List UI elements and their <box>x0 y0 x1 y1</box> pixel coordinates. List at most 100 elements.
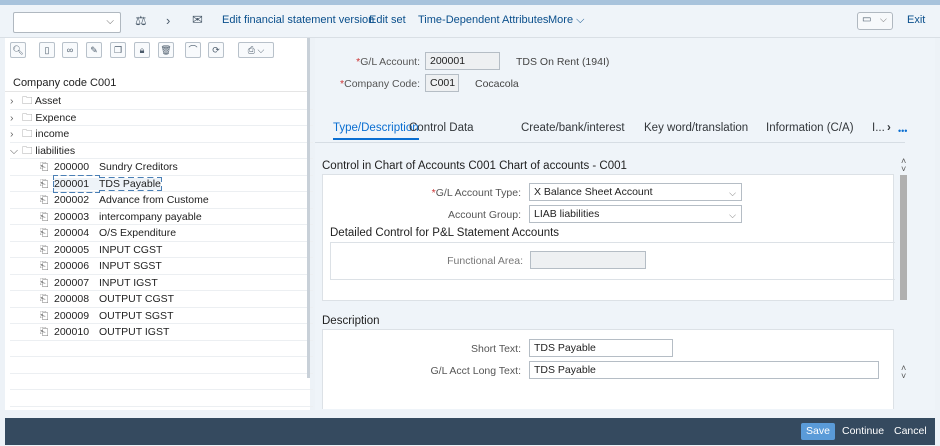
settings-menu-button[interactable]: ▭ ⌵ <box>857 12 893 30</box>
splitter-handle[interactable] <box>307 38 310 378</box>
folder-label: liabilities <box>35 144 76 157</box>
account-leaf-icon: ⎗ <box>40 326 49 338</box>
tree-account-row[interactable]: ⎗ 200003 intercompany payable <box>10 209 313 225</box>
tab-keyword-translation[interactable]: Key word/translation <box>644 122 748 134</box>
account-leaf-icon: ⎗ <box>40 210 49 223</box>
scroll-arrows-icon[interactable]: ˄ ˅ <box>901 364 906 381</box>
chevron-down-icon: ⌵ <box>576 14 585 26</box>
copy-icon[interactable]: ❐ <box>110 42 126 58</box>
company-code-label: *Company Code: <box>340 78 420 90</box>
account-group-select[interactable]: LIAB liabilities ⌵ <box>529 205 742 223</box>
long-text-input[interactable]: TDS Payable <box>529 361 879 379</box>
chevron-right-icon[interactable]: › <box>10 126 22 142</box>
tree-account-row[interactable]: ⎗ 200009 OUTPUT SGST <box>10 308 313 324</box>
scrollbar-thumb[interactable] <box>900 175 907 300</box>
account-number: 200009 <box>54 309 90 322</box>
account-group-label: Account Group: <box>448 209 521 221</box>
search-icon[interactable]: 🔍︎ <box>10 42 26 58</box>
tree-account-row[interactable]: ⎗ 200001 TDS Payable <box>10 176 313 192</box>
account-type-select[interactable]: X Balance Sheet Account ⌵ <box>529 183 742 201</box>
account-leaf-icon: ⎗ <box>40 161 49 173</box>
chevron-down-icon: ⌵ <box>106 16 114 27</box>
refresh-icon[interactable]: ⟳ <box>208 42 224 58</box>
account-leaf-icon: ⎗ <box>40 177 49 190</box>
account-number: 200006 <box>54 260 90 272</box>
account-leaf-icon: ⎗ <box>40 243 49 256</box>
company-code-field[interactable]: C001 <box>425 74 459 92</box>
scroll-arrows-icon[interactable]: ˄ ˅ <box>901 157 906 174</box>
new-document-icon[interactable]: ▯ <box>39 42 55 58</box>
more-tabs-icon[interactable]: ••• <box>898 126 907 136</box>
account-leaf-icon: ⎗ <box>40 309 49 322</box>
functional-area-field[interactable] <box>530 251 646 269</box>
display-glasses-icon[interactable]: ∞ <box>62 42 78 58</box>
chevron-right-icon[interactable]: › <box>10 110 22 126</box>
tree-folder[interactable]: › 🗀︎ Expence <box>10 110 313 126</box>
account-type-value: X Balance Sheet Account <box>534 186 653 198</box>
mail-icon[interactable]: ✉ <box>192 12 203 28</box>
tab-type-description[interactable]: Type/Description <box>333 122 419 140</box>
print-menu-button[interactable]: ⎙ ⌵ <box>238 42 274 58</box>
tree-folder[interactable]: › 🗀︎ income <box>10 126 313 143</box>
hierarchy-icon[interactable]: ⌒ <box>185 42 201 58</box>
edit-set-button[interactable]: Edit set <box>369 14 406 26</box>
tree-account-row[interactable]: ⎗ 200000 Sundry Creditors <box>10 159 313 176</box>
lock-icon[interactable]: 🔒︎ <box>134 42 150 58</box>
gl-account-label: *G/L Account: <box>356 56 420 68</box>
save-button[interactable]: Save <box>801 423 835 440</box>
tree-account-row[interactable]: ⎗ 200007 INPUT IGST <box>10 275 313 291</box>
tree-account-row[interactable]: ⎗ 200005 INPUT CGST <box>10 242 313 258</box>
chevron-down-icon: ⌵ <box>729 188 736 198</box>
display-icon: ▭ <box>862 14 872 25</box>
description-section-title: Description <box>322 315 380 327</box>
gl-account-field[interactable]: 200001 <box>425 52 500 70</box>
chevron-right-icon[interactable]: › <box>166 13 170 28</box>
tree-account-row[interactable]: ⎗ 200006 INPUT SGST <box>10 258 313 275</box>
tree-folder[interactable]: › 🗀︎ Asset <box>10 93 313 110</box>
tab-overflow[interactable]: I... <box>872 122 885 134</box>
tab-create-bank-interest[interactable]: Create/bank/interest <box>521 122 625 134</box>
balance-icon[interactable]: ⚖ <box>135 13 147 29</box>
more-label: More <box>548 14 574 26</box>
gl-account-desc: TDS On Rent (194I) <box>516 56 610 68</box>
account-tree: › 🗀︎ Asset › 🗀︎ Expence › 🗀︎ income ⌵ 🗀︎ liabil… <box>10 93 313 407</box>
functional-area-label: Functional Area: <box>447 255 523 267</box>
continue-button[interactable]: Continue <box>838 423 888 440</box>
chevron-down-icon: ⌵ <box>729 210 736 220</box>
company-code-desc: Cocacola <box>475 78 519 90</box>
folder-icon: 🗀︎ <box>22 95 33 107</box>
folder-icon: 🗀︎ <box>22 111 33 124</box>
edit-pencil-icon[interactable]: ✎ <box>86 42 102 58</box>
tab-bar: Type/Description Control Data Create/ban… <box>315 118 907 143</box>
tab-information-ca[interactable]: Information (C/A) <box>766 122 854 134</box>
chevron-down-icon[interactable]: ⌵ <box>10 143 22 159</box>
command-field[interactable]: ⌵ <box>13 12 121 33</box>
account-leaf-icon: ⎗ <box>40 194 49 206</box>
account-leaf-icon: ⎗ <box>40 276 49 289</box>
tree-account-row[interactable]: ⎗ 200010 OUTPUT IGST <box>10 324 313 341</box>
account-name: Sundry Creditors <box>99 161 178 173</box>
more-button[interactable]: More ⌵ <box>548 14 584 27</box>
tab-control-data[interactable]: Control Data <box>409 122 474 134</box>
account-number: 200005 <box>54 243 90 256</box>
cancel-button[interactable]: Cancel <box>890 423 931 440</box>
delete-icon[interactable]: 🗑︎ <box>158 42 174 58</box>
tree-account-row[interactable]: ⎗ 200002 Advance from Custome <box>10 192 313 209</box>
account-number: 200007 <box>54 276 90 289</box>
account-name: Advance from Custome <box>99 194 209 206</box>
account-group-value: LIAB liabilities <box>534 208 600 220</box>
short-text-input[interactable]: TDS Payable <box>529 339 673 357</box>
time-dependent-button[interactable]: Time-Dependent Attributes <box>418 14 548 26</box>
account-name: INPUT CGST <box>99 243 163 256</box>
tree-account-row[interactable]: ⎗ 200008 OUTPUT CGST <box>10 291 313 308</box>
tree-folder[interactable]: ⌵ 🗀︎ liabilities <box>10 143 313 159</box>
short-text-label: Short Text: <box>471 343 521 355</box>
account-number: 200010 <box>54 326 90 338</box>
description-box: Short Text: TDS Payable G/L Acct Long Te… <box>322 329 894 409</box>
edit-fs-version-button[interactable]: Edit financial statement version <box>222 14 374 26</box>
pl-control-box: Functional Area: <box>330 242 895 280</box>
tree-account-row[interactable]: ⎗ 200004 O/S Expenditure <box>10 225 313 242</box>
chevron-right-icon[interactable]: › <box>10 93 22 109</box>
exit-button[interactable]: Exit <box>907 14 925 26</box>
chevron-right-icon[interactable]: › <box>887 122 891 134</box>
